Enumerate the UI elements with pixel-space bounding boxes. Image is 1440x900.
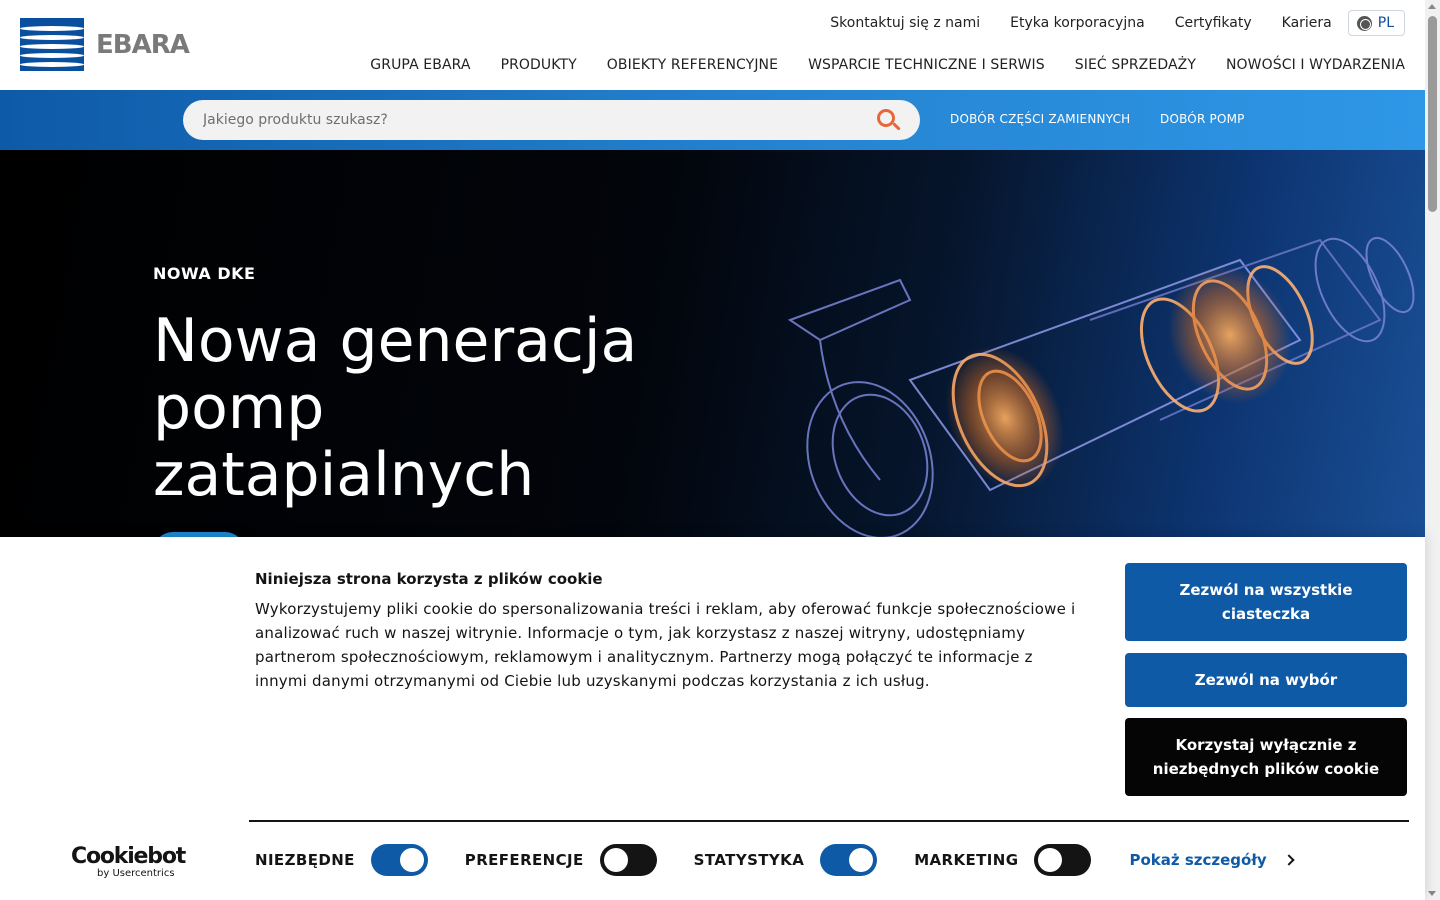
nav-item-products[interactable]: PRODUKTY [501,57,577,73]
toggle-preferences[interactable] [599,844,657,876]
spare-parts-selection-link[interactable]: DOBÓR CZĘŚCI ZAMIENNYCH [950,112,1130,126]
pump-illustration [787,236,1415,539]
cookie-consent-banner: Niniejsza strona korzysta z plików cooki… [0,537,1425,900]
top-link-certificates[interactable]: Certyfikaty [1175,15,1252,31]
utility-nav: Skontaktuj się z nami Etyka korporacyjna… [800,10,1405,36]
show-details-link[interactable]: Pokaż szczegóły [1129,851,1295,869]
divider [249,820,1409,822]
scroll-thumb[interactable] [1428,16,1437,212]
cookiebot-logo[interactable]: Cookiebot by Usercentrics [71,844,186,879]
page-scrollbar[interactable] [1425,0,1440,900]
toggle-statistics[interactable] [820,844,878,876]
hero-title: Nowa generacja pomp zatapialnych [153,306,638,510]
search-band: DOBÓR CZĘŚCI ZAMIENNYCH DOBÓR POMP [0,90,1425,150]
toggle-label-preferences: PREFERENCJE [464,851,584,869]
language-selector[interactable]: PL [1347,10,1405,36]
allow-selection-button[interactable]: Zezwól na wybór [1125,653,1407,707]
cookiebot-subtitle: by Usercentrics [97,868,175,879]
cookie-title: Niniejsza strona korzysta z plików cooki… [255,570,603,588]
nav-item-ebara-group[interactable]: GRUPA EBARA [370,57,470,73]
top-link-contact[interactable]: Skontaktuj się z nami [830,15,980,31]
toggle-label-statistics: STATYSTYKA [693,851,805,869]
toggle-label-marketing: MARKETING [914,851,1019,869]
scroll-up-arrow-icon[interactable] [1428,4,1436,9]
toggle-necessary[interactable] [370,844,428,876]
top-link-ethics[interactable]: Etyka korporacyjna [1010,15,1145,31]
show-details-label: Pokaż szczegóły [1129,851,1267,869]
main-nav: GRUPA EBARA PRODUKTY OBIEKTY REFERENCYJN… [340,57,1405,73]
cookie-description: Wykorzystujemy pliki cookie do spersonal… [255,600,1076,690]
nav-item-sales-network[interactable]: SIEĆ SPRZEDAŻY [1075,57,1196,73]
search-box [183,100,920,140]
toggle-label-necessary: NIEZBĘDNE [255,851,355,869]
consent-toggles: NIEZBĘDNE PREFERENCJE STATYSTYKA MARKETI… [255,842,1295,878]
scroll-down-arrow-icon[interactable] [1428,891,1436,896]
top-link-career[interactable]: Kariera [1282,15,1332,31]
site-header: EBARA Skontaktuj się z nami Etyka korpor… [0,0,1425,90]
allow-all-cookies-button[interactable]: Zezwól na wszystkie ciasteczka [1125,563,1407,641]
hero-eyebrow: NOWA DKE [153,264,256,283]
search-icon[interactable] [876,108,902,134]
nav-item-references[interactable]: OBIEKTY REFERENCYJNE [607,57,778,73]
hero-banner: NOWA DKE Nowa generacja pomp zatapialnyc… [0,150,1425,540]
logo-text: EBARA [96,29,190,60]
nav-item-news[interactable]: NOWOŚCI I WYDARZENIA [1226,57,1405,73]
ebara-logo-icon [20,18,84,71]
cookiebot-brand: Cookiebot [71,844,186,869]
necessary-only-button[interactable]: Korzystaj wyłącznie z niezbędnych plików… [1125,718,1407,796]
language-label: PL [1377,15,1394,31]
search-input[interactable] [203,100,853,140]
chevron-right-icon [1283,854,1295,866]
ebara-logo[interactable]: EBARA [20,18,190,71]
pump-selection-link[interactable]: DOBÓR POMP [1160,112,1245,126]
globe-icon [1356,15,1372,31]
toggle-marketing[interactable] [1034,844,1092,876]
nav-item-support[interactable]: WSPARCIE TECHNICZNE I SERWIS [808,57,1045,73]
